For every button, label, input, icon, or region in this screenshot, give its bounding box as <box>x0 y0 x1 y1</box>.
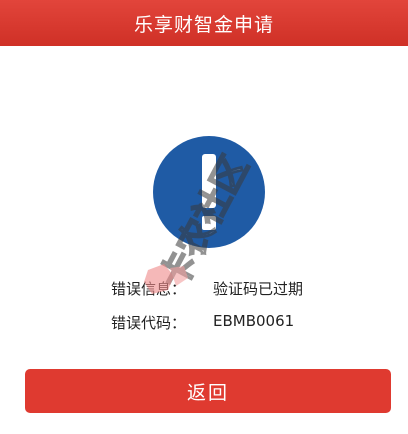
page-title: 乐享财智金申请 <box>133 13 274 36</box>
error-code-row: 错误代码： EBMB0061 <box>111 312 294 333</box>
exclamation-circle-icon <box>153 136 265 248</box>
error-message-label: 错误信息： <box>111 280 187 298</box>
return-button[interactable]: 返回 <box>25 369 391 413</box>
error-code-label: 错误代码： <box>111 314 187 332</box>
error-code-value: EBMB0061 <box>213 312 295 330</box>
error-message-row: 错误信息： 验证码已过期 <box>111 278 303 299</box>
error-dialog: 乐享财智金申请 错误信息： 验证码已过期 错误代码： EBMB0061 返回 卡… <box>0 0 408 434</box>
error-message-value: 验证码已过期 <box>213 280 304 298</box>
page-header: 乐享财智金申请 <box>0 0 408 46</box>
error-panel: 错误信息： 验证码已过期 错误代码： EBMB0061 返回 <box>3 46 405 434</box>
